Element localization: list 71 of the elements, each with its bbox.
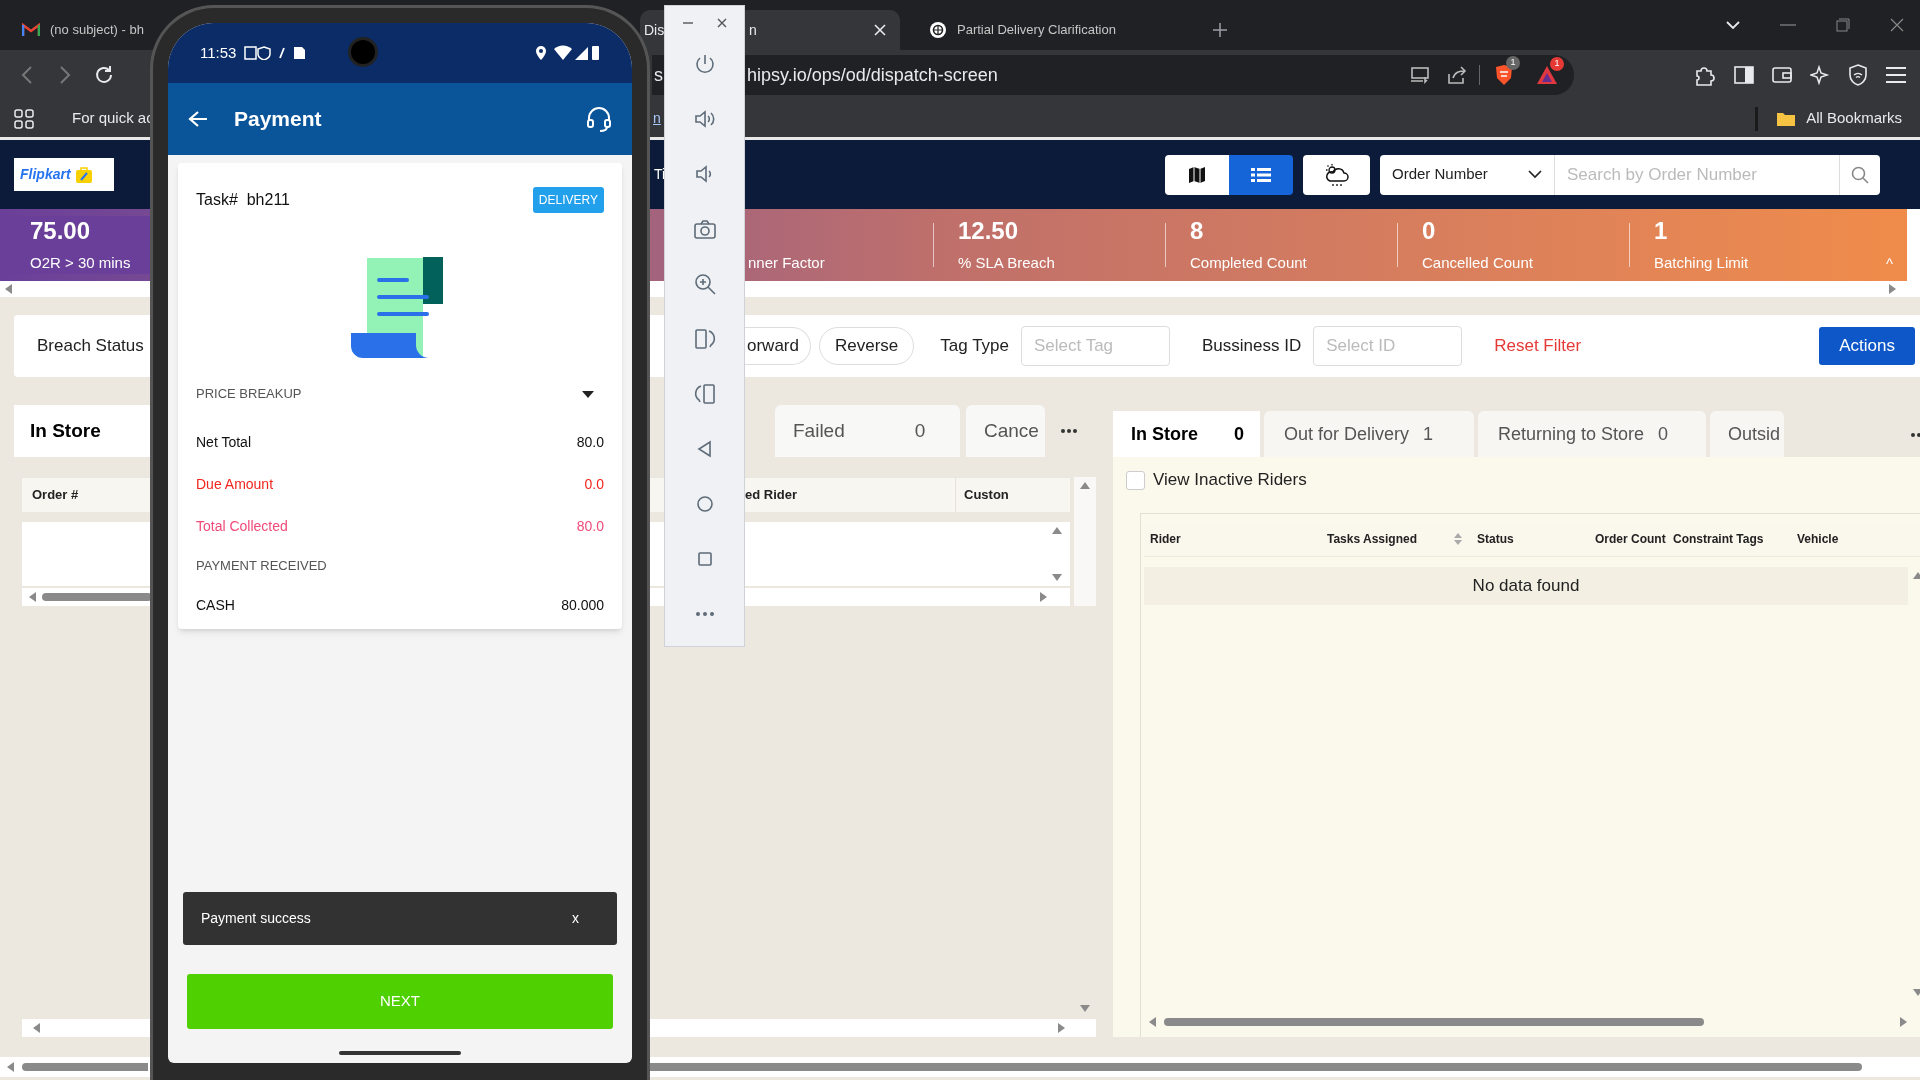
address-bar[interactable]: hipsy.io/ops/od/dispatch-screen 1 1 — [745, 55, 1574, 95]
flipkart-logo: Flipkart — [14, 158, 114, 191]
stat-label: Batching Limit — [1654, 252, 1750, 273]
section-heading: PAYMENT RECEIVED — [196, 557, 327, 576]
task-type-badge: DELIVERY — [532, 187, 604, 213]
column-header: Tasks Assigned — [1321, 522, 1471, 556]
screen-title: Payment — [234, 106, 322, 133]
rider-status-tab[interactable]: Returning to Store 0 — [1478, 411, 1706, 457]
all-bookmarks-button[interactable]: All Bookmarks — [1776, 107, 1902, 130]
task-number: Task# bh211 — [196, 190, 290, 210]
rider-status-tab[interactable]: Out for Delivery 1 — [1264, 411, 1474, 457]
stat-label: nner Factor — [748, 252, 826, 273]
stat-value: 12.50 — [958, 215, 1020, 246]
stat-label: O2R > 30 mins — [30, 252, 132, 273]
url-text: s — [652, 55, 664, 95]
status-time: 11:53 — [200, 42, 237, 63]
url-text: hipsy.io/ops/od/dispatch-screen — [747, 63, 998, 87]
direction-toggle[interactable]: Reverse — [819, 327, 915, 365]
stat-label: Cancelled Count — [1422, 252, 1534, 273]
section-heading: PRICE BREAKUP — [196, 385, 302, 404]
price-label: Due Amount — [196, 474, 274, 494]
snackbar-message: Payment success — [201, 909, 311, 928]
payment-method: CASH — [196, 595, 235, 615]
order-status-tab[interactable]: Cance — [966, 405, 1045, 457]
stat-value: 1 — [1654, 215, 1669, 246]
notification-badge: 1 — [1506, 56, 1520, 70]
column-header: Custon — [955, 478, 1070, 512]
stat-value: 0 — [1422, 215, 1437, 246]
direction-toggle[interactable]: orward — [745, 327, 811, 365]
page-title: Ti — [654, 165, 666, 184]
column-header: Rider — [1149, 531, 1182, 548]
search-field[interactable]: Search by Order Number — [1555, 154, 1840, 195]
rider-status-tab[interactable]: Outsid — [1710, 411, 1785, 457]
price-value: 80.0 — [576, 516, 604, 536]
filter-label: Bussiness ID — [1202, 335, 1302, 358]
order-status-tab[interactable]: Failed 0 — [775, 405, 960, 457]
column-header: Status — [1476, 531, 1515, 548]
empty-table-message: No data found — [1144, 567, 1909, 605]
id-select[interactable]: Select ID — [1313, 326, 1463, 366]
price-label: Net Total — [196, 432, 251, 452]
filter-label: Tag Type — [940, 335, 1009, 358]
dismiss-button[interactable]: x — [572, 908, 579, 929]
tag-select[interactable]: Select Tag — [1021, 326, 1170, 366]
stat-value: 8 — [1190, 215, 1205, 246]
browser-tab[interactable]: n — [745, 10, 900, 50]
tab-title: n — [749, 20, 757, 40]
order-status-tab[interactable]: In Store — [14, 405, 150, 457]
stat-value: 75.00 — [30, 215, 92, 246]
price-value: 80.0 — [576, 432, 604, 452]
search-by-select[interactable]: Order Number — [1380, 154, 1555, 195]
price-label: Total Collected — [196, 516, 288, 536]
reset-filter-link[interactable]: Reset Filter — [1494, 333, 1582, 359]
rider-status-tab[interactable]: In Store 0 — [1113, 411, 1260, 457]
column-header: Constraint Tags — [1672, 531, 1765, 548]
tab-title: (no subject) - bh — [50, 21, 144, 40]
filter-label: Breach Status — [37, 336, 144, 356]
column-header: Vehicle — [1796, 531, 1840, 548]
bookmark-link[interactable]: n — [653, 108, 661, 129]
column-header: Order Count — [1594, 531, 1667, 548]
notification-badge: 1 — [1550, 57, 1564, 71]
tab-title: Dis — [644, 20, 665, 40]
payment-amount: 80.000 — [561, 595, 604, 615]
column-header: ed Rider — [745, 486, 798, 505]
price-value: 0.0 — [584, 474, 604, 494]
browser-tab[interactable]: Dis — [640, 10, 664, 50]
column-header: Order # — [31, 486, 80, 505]
stat-label: % SLA Breach — [958, 252, 1056, 273]
stat-label: Completed Count — [1190, 252, 1308, 273]
tab-title: Partial Delivery Clarification — [957, 21, 1116, 40]
checkbox-label: View Inactive Riders — [1153, 469, 1307, 492]
actions-button[interactable]: Actions — [1819, 327, 1916, 365]
